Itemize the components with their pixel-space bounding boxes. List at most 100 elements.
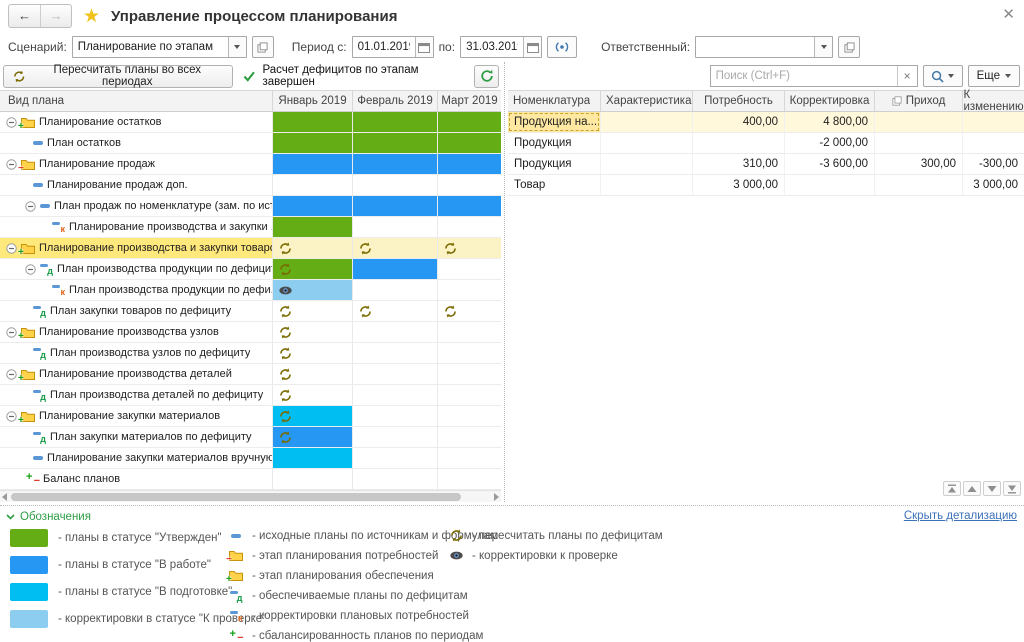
detail-cell[interactable]: -3 600,00 bbox=[784, 154, 874, 174]
gantt-cell[interactable] bbox=[352, 406, 437, 426]
plan-name-cell[interactable]: +Планирование производства и закупки тов… bbox=[0, 238, 272, 258]
detail-cell[interactable]: Товар bbox=[508, 175, 600, 195]
plan-name-cell[interactable]: кПлан производства продукции по дефи... bbox=[0, 280, 272, 300]
collapse-icon[interactable] bbox=[6, 369, 17, 380]
collapse-icon[interactable] bbox=[6, 411, 17, 422]
plan-tree-row[interactable]: дПлан производства продукции по дефициту bbox=[0, 259, 501, 280]
gantt-cell[interactable] bbox=[272, 385, 352, 405]
gantt-cell[interactable] bbox=[272, 259, 352, 279]
plan-name-cell[interactable]: Планирование продаж доп. bbox=[0, 175, 272, 195]
column-nomenclature[interactable]: Номенклатура bbox=[508, 91, 600, 111]
detail-cell[interactable]: 3 000,00 bbox=[692, 175, 784, 195]
gantt-cell[interactable] bbox=[352, 196, 437, 216]
detail-cell[interactable]: -2 000,00 bbox=[784, 133, 874, 153]
plan-name-cell[interactable]: +Планирование остатков bbox=[0, 112, 272, 132]
gantt-cell[interactable] bbox=[272, 280, 352, 300]
detail-cell[interactable] bbox=[874, 175, 962, 195]
gantt-cell[interactable] bbox=[272, 322, 352, 342]
forward-button[interactable]: → bbox=[40, 5, 71, 27]
detail-cell[interactable]: 400,00 bbox=[692, 112, 784, 132]
gantt-cell[interactable] bbox=[272, 133, 352, 153]
detail-table-row[interactable]: Продукция310,00-3 600,00300,00-300,00 bbox=[508, 154, 1024, 175]
plan-name-cell[interactable]: +Планирование производства узлов bbox=[0, 322, 272, 342]
collapse-icon[interactable] bbox=[6, 159, 17, 170]
detail-cell[interactable] bbox=[692, 133, 784, 153]
gantt-cell[interactable] bbox=[352, 301, 437, 321]
recalc-all-periods-button[interactable]: Пересчитать планы во всех периодах bbox=[3, 65, 233, 88]
gantt-cell[interactable] bbox=[352, 427, 437, 447]
gantt-cell[interactable] bbox=[352, 469, 437, 489]
detail-cell[interactable] bbox=[874, 112, 962, 132]
plan-tree-row[interactable]: +−Баланс планов bbox=[0, 469, 501, 490]
gantt-cell[interactable] bbox=[437, 448, 501, 468]
detail-cell[interactable] bbox=[600, 154, 692, 174]
plan-name-cell[interactable]: дПлан закупки материалов по дефициту bbox=[0, 427, 272, 447]
gantt-cell[interactable] bbox=[272, 364, 352, 384]
detail-cell[interactable]: 310,00 bbox=[692, 154, 784, 174]
detail-cell[interactable]: -300,00 bbox=[962, 154, 1024, 174]
column-plan-type[interactable]: Вид плана bbox=[0, 91, 272, 111]
gantt-cell[interactable] bbox=[437, 133, 501, 153]
plan-name-cell[interactable]: +−Баланс планов bbox=[0, 469, 272, 489]
gantt-cell[interactable] bbox=[437, 469, 501, 489]
gantt-cell[interactable] bbox=[437, 343, 501, 363]
gantt-cell[interactable] bbox=[272, 301, 352, 321]
responsible-dropdown-button[interactable] bbox=[814, 37, 832, 57]
favorite-star-icon[interactable]: ★ bbox=[83, 7, 100, 26]
hide-detail-link[interactable]: Скрыть детализацию bbox=[904, 510, 1017, 522]
plan-tree-row[interactable]: Планирование закупки материалов вручную bbox=[0, 448, 501, 469]
column-february[interactable]: Февраль 2019 bbox=[352, 91, 437, 111]
column-january[interactable]: Январь 2019 bbox=[272, 91, 352, 111]
gantt-cell[interactable] bbox=[272, 427, 352, 447]
gantt-cell[interactable] bbox=[352, 448, 437, 468]
gantt-cell[interactable] bbox=[272, 217, 352, 237]
gantt-cell[interactable] bbox=[352, 175, 437, 195]
gantt-cell[interactable] bbox=[437, 217, 501, 237]
gantt-cell[interactable] bbox=[437, 385, 501, 405]
detail-cell[interactable] bbox=[600, 175, 692, 195]
column-need[interactable]: Потребность bbox=[692, 91, 784, 111]
plan-name-cell[interactable]: дПлан производства продукции по дефициту bbox=[0, 259, 272, 279]
plan-name-cell[interactable]: дПлан закупки товаров по дефициту bbox=[0, 301, 272, 321]
scroll-last-button[interactable] bbox=[1003, 481, 1021, 496]
detail-table-row[interactable]: Продукция на...400,004 800,00 bbox=[508, 112, 1024, 133]
collapse-icon[interactable] bbox=[25, 264, 36, 275]
detail-cell[interactable] bbox=[874, 133, 962, 153]
period-to-input[interactable] bbox=[461, 37, 523, 57]
gantt-cell[interactable] bbox=[352, 280, 437, 300]
legend-header[interactable]: Обозначения bbox=[6, 511, 91, 523]
detail-cell[interactable]: Продукция на... bbox=[508, 112, 600, 132]
gantt-cell[interactable] bbox=[272, 238, 352, 258]
gantt-cell[interactable] bbox=[352, 154, 437, 174]
find-button[interactable] bbox=[923, 65, 963, 87]
column-to-change[interactable]: К изменению bbox=[962, 91, 1024, 111]
gantt-cell[interactable] bbox=[272, 448, 352, 468]
scroll-left-icon[interactable] bbox=[2, 493, 7, 501]
detail-table-row[interactable]: Товар3 000,003 000,00 bbox=[508, 175, 1024, 196]
scroll-right-icon[interactable] bbox=[494, 493, 499, 501]
gantt-cell[interactable] bbox=[437, 301, 501, 321]
plan-name-cell[interactable]: +Планирование закупки материалов bbox=[0, 406, 272, 426]
collapse-icon[interactable] bbox=[6, 243, 17, 254]
plan-tree-row[interactable]: дПлан закупки материалов по дефициту bbox=[0, 427, 501, 448]
gantt-cell[interactable] bbox=[437, 196, 501, 216]
period-from-calendar-button[interactable] bbox=[415, 37, 433, 57]
column-receipt[interactable]: Приход bbox=[874, 91, 962, 111]
plan-tree-row[interactable]: +Планирование производства деталей bbox=[0, 364, 501, 385]
responsible-input[interactable] bbox=[696, 37, 814, 57]
gantt-cell[interactable] bbox=[272, 469, 352, 489]
column-characteristic[interactable]: Характеристика bbox=[600, 91, 692, 111]
gantt-cell[interactable] bbox=[352, 238, 437, 258]
gantt-cell[interactable] bbox=[437, 280, 501, 300]
plan-tree-row[interactable]: кПлан производства продукции по дефи... bbox=[0, 280, 501, 301]
scenario-dropdown-button[interactable] bbox=[228, 37, 246, 57]
plan-tree-row[interactable]: План продаж по номенклатуре (зам. по ист… bbox=[0, 196, 501, 217]
gantt-cell[interactable] bbox=[437, 259, 501, 279]
plan-tree-row[interactable]: +Планирование остатков bbox=[0, 112, 501, 133]
gantt-cell[interactable] bbox=[272, 112, 352, 132]
plan-name-cell[interactable]: +Планирование производства деталей bbox=[0, 364, 272, 384]
responsible-choose-button[interactable] bbox=[838, 36, 860, 58]
gantt-cell[interactable] bbox=[352, 217, 437, 237]
gantt-cell[interactable] bbox=[437, 154, 501, 174]
panel-splitter[interactable] bbox=[504, 62, 505, 502]
